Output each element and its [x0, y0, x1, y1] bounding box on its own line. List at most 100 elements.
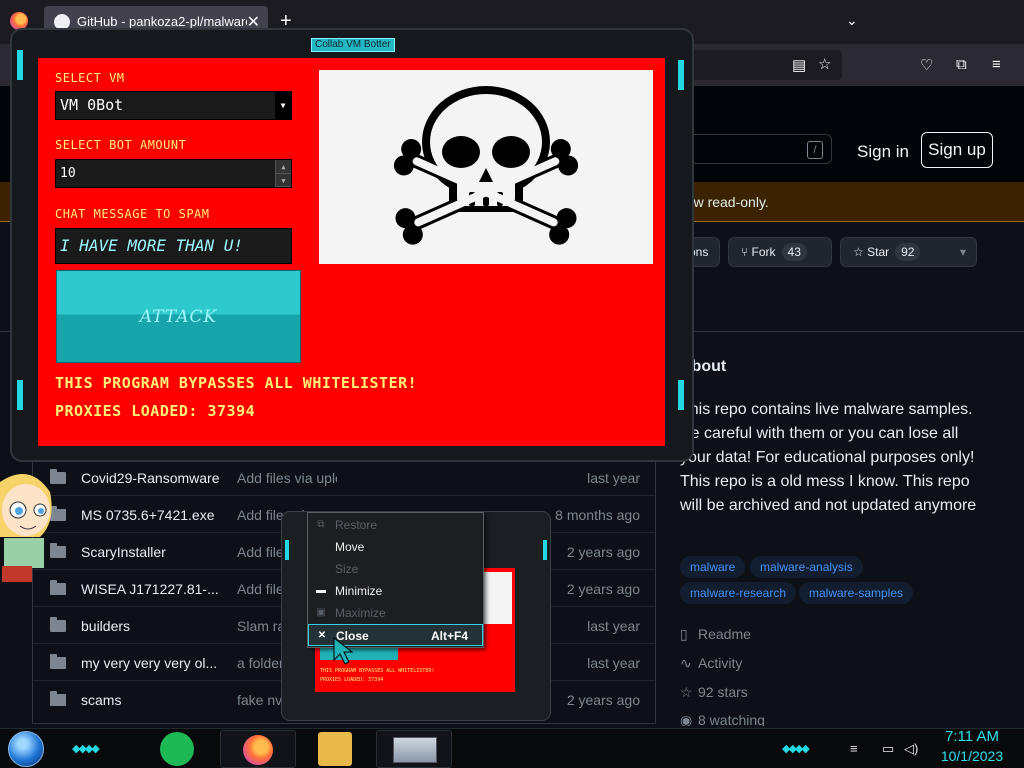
fork-icon: ⑂: [741, 245, 749, 259]
restore-icon: ⧉: [317, 519, 325, 530]
menu-item-maximize[interactable]: ▣ Maximize: [308, 602, 483, 624]
start-button[interactable]: [8, 731, 44, 767]
file-name[interactable]: Covid29-Ransomware: [81, 470, 226, 486]
file-name[interactable]: ScaryInstaller: [81, 544, 226, 560]
extensions-icon[interactable]: ⧉: [956, 56, 967, 73]
window-context-menu: ⧉ Restore Move Size ▬ Minimize ▣ Maximize ✕…: [307, 512, 484, 648]
about-description: This repo contains live malware samples.…: [680, 401, 977, 514]
stars-label: 92 stars: [698, 684, 748, 700]
frame-accent: [17, 50, 23, 80]
chat-message-input[interactable]: I HAVE MORE THAN U!: [55, 228, 292, 264]
bookmark-star-icon[interactable]: ☆: [818, 55, 831, 73]
file-name[interactable]: my very very very ol...: [81, 655, 226, 671]
search-shortcut-key: /: [807, 141, 823, 159]
star-dropdown-icon[interactable]: ▾: [960, 238, 966, 266]
watching-link[interactable]: ◉ 8 watching: [680, 712, 765, 726]
readme-link[interactable]: ▯ Readme: [680, 626, 751, 643]
close-shortcut: Alt+F4: [430, 629, 468, 643]
volume-icon[interactable]: ◁): [904, 741, 918, 757]
attack-button[interactable]: ATTACK: [56, 270, 301, 363]
taskbar-slot-firefox[interactable]: [220, 730, 296, 768]
desktop: GitHub - pankoza2-pl/malware ✕ + ⌄ ▤ ☆ ♡…: [0, 0, 1024, 768]
tab-title: GitHub - pankoza2-pl/malware: [77, 14, 247, 29]
taskbar-decoration: ◆◆◆◆: [72, 743, 100, 755]
topic-tag[interactable]: malware-analysis: [750, 556, 863, 578]
thumbnail-proxies-text: PROXIES LOADED: 37394: [320, 677, 384, 683]
fork-button[interactable]: ⑂ Fork 43: [728, 237, 832, 267]
proxies-text: PROXIES LOADED: 37394: [55, 402, 256, 420]
eye-icon: ◉: [680, 712, 693, 726]
file-explorer-taskbar-icon[interactable]: [318, 732, 352, 766]
spotify-taskbar-icon[interactable]: [160, 732, 194, 766]
chat-message-label: CHAT MESSAGE TO SPAM: [55, 207, 210, 221]
commit-date: 2 years ago: [566, 544, 640, 560]
cartoon-character-image: [0, 474, 52, 582]
stepper-buttons[interactable]: ▲ ▼: [275, 160, 291, 187]
file-name[interactable]: builders: [81, 618, 226, 634]
thumbnail-bypass-text: THIS PROGRAM BYPASSES ALL WHITELISTER!: [320, 668, 435, 674]
frame-accent: [678, 380, 684, 410]
tab-list-chevron-icon[interactable]: ⌄: [846, 12, 858, 29]
topic-tag[interactable]: malware-samples: [799, 582, 914, 604]
about-section: About This repo contains live malware sa…: [680, 358, 1000, 726]
dropdown-arrow-icon[interactable]: ▼: [275, 92, 291, 119]
topic-tag[interactable]: malware-research: [680, 582, 797, 604]
maximize-icon: ▣: [316, 607, 326, 618]
clock-time[interactable]: 7:11 AM: [940, 728, 1004, 745]
stepper-up-icon[interactable]: ▲: [276, 160, 291, 174]
fork-count: 43: [781, 243, 807, 261]
select-vm-label: SELECT VM: [55, 71, 125, 85]
menu-icon[interactable]: ≡: [992, 56, 1001, 73]
sign-up-button[interactable]: Sign up: [921, 132, 993, 168]
bot-amount-stepper[interactable]: 10 ▲ ▼: [55, 159, 292, 188]
close-icon: ✕: [317, 630, 327, 641]
commit-message[interactable]: Add files via upload: [237, 470, 337, 486]
bot-amount-label: SELECT BOT AMOUNT: [55, 138, 187, 152]
maximize-label: Maximize: [335, 606, 386, 620]
minimize-label: Minimize: [335, 584, 383, 598]
firefox-taskbar-icon: [243, 735, 273, 765]
activity-link[interactable]: ∿ Activity: [680, 655, 742, 672]
frame-accent: [678, 60, 684, 90]
select-vm-dropdown[interactable]: VM 0Bot ▼: [55, 91, 292, 120]
firefox-icon[interactable]: [10, 12, 28, 30]
thumbnail-image: [482, 572, 512, 624]
commit-date: 8 months ago: [555, 507, 640, 523]
pocket-icon[interactable]: ♡: [920, 56, 933, 74]
reader-view-icon[interactable]: ▤: [792, 56, 806, 74]
table-row[interactable]: Covid29-Ransomware Add files via upload la…: [33, 458, 655, 495]
readme-label: Readme: [698, 626, 751, 642]
tab-close-icon[interactable]: ✕: [247, 12, 260, 32]
sign-in-link[interactable]: Sign in: [857, 142, 909, 162]
bot-amount-value: 10: [60, 166, 76, 181]
menu-item-size[interactable]: Size: [308, 558, 483, 580]
menu-item-minimize[interactable]: ▬ Minimize: [308, 580, 483, 602]
star-label: Star: [867, 245, 890, 259]
github-icon: [54, 14, 70, 30]
network-icon[interactable]: ▭: [882, 741, 894, 757]
window-title: Collab VM Botter: [311, 38, 395, 52]
commit-date: last year: [587, 655, 640, 671]
star-button[interactable]: ☆ Star 92 ▾: [840, 237, 977, 267]
skull-crossbones-icon: [393, 86, 579, 245]
menu-item-move[interactable]: Move: [308, 536, 483, 558]
bypass-text: THIS PROGRAM BYPASSES ALL WHITELISTER!: [55, 374, 418, 392]
watching-label: 8 watching: [698, 712, 765, 726]
file-name[interactable]: WISEA J171227.81-...: [81, 581, 226, 597]
stepper-down-icon[interactable]: ▼: [276, 174, 291, 187]
stars-link[interactable]: ☆ 92 stars: [680, 684, 748, 701]
topic-tag[interactable]: malware: [680, 556, 746, 578]
chat-message-value: I HAVE MORE THAN U!: [60, 236, 244, 255]
taskbar-slot-botter[interactable]: [376, 730, 452, 768]
menu-item-restore[interactable]: ⧉ Restore: [308, 514, 483, 536]
url-bar[interactable]: ▤ ☆: [680, 50, 842, 80]
file-name[interactable]: scams: [81, 692, 226, 708]
skull-image: [319, 70, 653, 264]
clock-date[interactable]: 10/1/2023: [936, 748, 1008, 764]
tray-expand-icon[interactable]: ≡: [850, 741, 858, 756]
file-name[interactable]: MS 0735.6+7421.exe: [81, 507, 226, 523]
star-outline-icon: ☆: [680, 684, 693, 700]
star-icon: ☆: [853, 245, 864, 259]
taskbar: ◆◆◆◆ ◆◆◆◆ ≡ ▭ ◁): [0, 728, 1024, 768]
commit-date: 2 years ago: [566, 581, 640, 597]
